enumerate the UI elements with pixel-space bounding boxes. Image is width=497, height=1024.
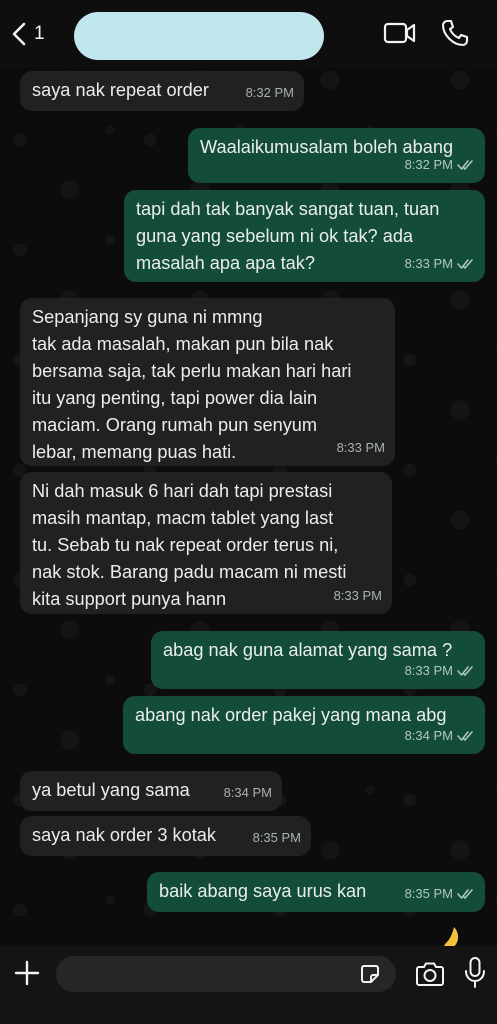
contact-name-redacted[interactable] [74, 12, 324, 60]
message-list: saya nak repeat order 8:32 PM Waalaikumu… [0, 68, 497, 946]
message-time: 8:33 PM [404, 663, 453, 678]
unread-count: 1 [34, 23, 45, 44]
message-text: Ni dah masuk 6 hari dah tapi prestasi ma… [32, 481, 347, 609]
message-bubble-outgoing[interactable]: tapi dah tak banyak sangat tuan, tuan gu… [124, 190, 485, 282]
video-call-icon[interactable] [383, 18, 417, 48]
message-time: 8:35 PM [404, 886, 453, 901]
message-bubble-incoming[interactable]: saya nak order 3 kotak 8:35 PM [20, 816, 311, 856]
message-time: 8:35 PM [252, 830, 301, 845]
message-bubble-incoming[interactable]: ya betul yang sama 8:34 PM [20, 771, 282, 811]
microphone-icon[interactable] [462, 956, 488, 990]
sticker-icon[interactable] [358, 962, 382, 986]
message-time: 8:34 PM [404, 728, 453, 743]
message-bubble-outgoing[interactable]: Waalaikumusalam boleh abang 8:32 PM [188, 128, 485, 183]
message-time: 8:34 PM [223, 785, 272, 800]
message-bubble-incoming[interactable]: Ni dah masuk 6 hari dah tapi prestasi ma… [20, 472, 392, 614]
double-check-icon [457, 665, 473, 676]
double-check-icon [457, 730, 473, 741]
message-time: 8:33 PM [404, 256, 453, 271]
message-text: Sepanjang sy guna ni mmng tak ada masala… [32, 307, 352, 462]
message-time: 8:33 PM [333, 588, 382, 603]
phone-call-icon[interactable] [440, 18, 470, 48]
camera-icon[interactable] [414, 960, 446, 988]
message-bubble-outgoing[interactable]: abang nak order pakej yang mana abg 8:34… [123, 696, 485, 754]
back-button[interactable]: 1 [10, 18, 54, 50]
message-time: 8:33 PM [336, 440, 385, 455]
double-check-icon [457, 258, 473, 269]
plus-icon[interactable] [12, 958, 42, 988]
double-check-icon [457, 888, 473, 899]
chat-header: 1 [0, 0, 497, 68]
message-time: 8:32 PM [245, 85, 294, 100]
double-check-icon [457, 159, 473, 170]
message-bubble-incoming[interactable]: saya nak repeat order 8:32 PM [20, 71, 304, 111]
chevron-left-icon [12, 22, 26, 46]
message-time: 8:32 PM [404, 157, 453, 172]
message-bubble-incoming[interactable]: Sepanjang sy guna ni mmng tak ada masala… [20, 298, 395, 466]
message-bubble-outgoing[interactable]: baik abang saya urus kan 8:35 PM [147, 872, 485, 912]
message-input[interactable] [56, 956, 396, 992]
message-bubble-outgoing[interactable]: abag nak guna alamat yang sama ? 8:33 PM [151, 631, 485, 689]
